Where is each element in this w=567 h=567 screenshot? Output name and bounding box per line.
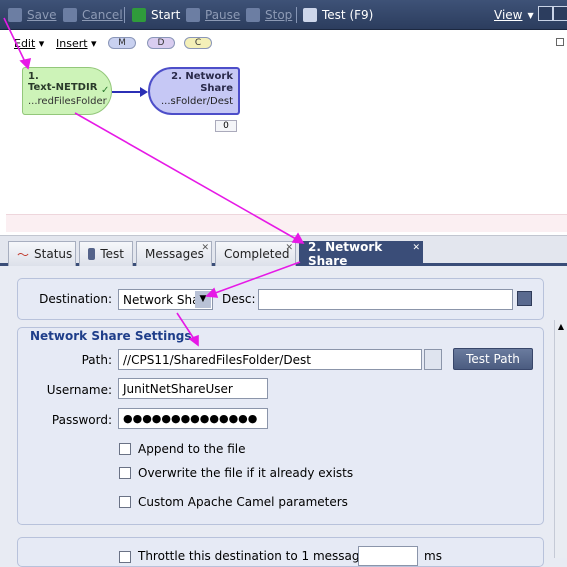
path-label: Path: bbox=[81, 353, 112, 367]
vertical-scrollbar[interactable]: ▲ bbox=[554, 320, 567, 558]
desc-field[interactable] bbox=[258, 289, 513, 310]
pause-button[interactable]: Pause bbox=[186, 7, 240, 23]
desc-label: Desc: bbox=[222, 292, 256, 306]
mode-c-button[interactable]: C bbox=[184, 37, 212, 49]
destination-select[interactable]: Network Share ▼ bbox=[118, 289, 213, 310]
edit-menu[interactable]: Edit ▾ bbox=[14, 37, 44, 50]
chevron-up-icon[interactable]: ▲ bbox=[556, 322, 566, 332]
camel-params-checkbox[interactable] bbox=[119, 496, 131, 508]
username-label: Username: bbox=[46, 383, 112, 397]
mode-d-button[interactable]: D bbox=[147, 37, 175, 49]
destination-node[interactable]: 2. Network Share ...sFolder/Dest bbox=[148, 67, 240, 115]
stop-button[interactable]: Stop bbox=[246, 7, 292, 23]
browse-search-icon[interactable] bbox=[424, 349, 442, 370]
cancel-button[interactable]: Cancel bbox=[63, 7, 123, 23]
arrow-right-icon bbox=[88, 248, 96, 260]
cancel-icon bbox=[63, 8, 77, 22]
arrow-head-icon bbox=[140, 87, 148, 97]
overwrite-label: Overwrite the file if it already exists bbox=[138, 466, 354, 480]
message-count-badge: 0 bbox=[215, 120, 237, 132]
save-icon bbox=[8, 8, 22, 22]
path-field[interactable]: //CPS11/SharedFilesFolder/Dest bbox=[118, 349, 422, 370]
tab-completed[interactable]: Completed ✕ bbox=[215, 241, 296, 266]
save-button[interactable]: Save bbox=[8, 7, 56, 23]
test-button[interactable]: Test (F9) bbox=[303, 7, 373, 23]
tab-test[interactable]: Test bbox=[79, 241, 133, 266]
throttle-checkbox[interactable] bbox=[119, 551, 131, 563]
toolbar-separator bbox=[124, 7, 125, 23]
test-path-button[interactable]: Test Path bbox=[453, 348, 533, 370]
restore-window-button[interactable] bbox=[538, 6, 553, 21]
throttle-ms-field[interactable] bbox=[358, 546, 418, 566]
chevron-down-icon[interactable]: ▼ bbox=[195, 291, 211, 308]
insert-menu[interactable]: Insert ▾ bbox=[56, 37, 97, 50]
main-toolbar: Save Cancel Start Pause Stop Test (F9) V… bbox=[0, 0, 567, 30]
camel-params-label: Custom Apache Camel parameters bbox=[138, 495, 348, 509]
close-tab-icon[interactable]: ✕ bbox=[201, 243, 209, 253]
close-tab-icon[interactable]: ✕ bbox=[412, 243, 420, 253]
settings-title: Network Share Settings bbox=[30, 329, 192, 343]
maximize-icon[interactable] bbox=[556, 38, 564, 46]
start-button[interactable]: Start bbox=[132, 7, 180, 23]
check-icon: ✓ bbox=[101, 85, 110, 96]
destination-label: Destination: bbox=[39, 292, 112, 306]
pause-icon bbox=[186, 8, 200, 22]
close-window-button[interactable] bbox=[553, 6, 567, 21]
flow-editor-canvas[interactable] bbox=[0, 30, 567, 236]
username-field[interactable]: JunitNetShareUser bbox=[118, 378, 268, 399]
tab-network-share[interactable]: 2. Network Share ✕ bbox=[299, 240, 423, 268]
password-field[interactable]: ●●●●●●●●●●●●●● bbox=[118, 408, 268, 429]
throttle-unit: ms bbox=[424, 549, 442, 563]
tab-status[interactable]: 〜 Status bbox=[8, 241, 76, 266]
search-icon[interactable] bbox=[517, 291, 532, 306]
overwrite-checkbox[interactable] bbox=[119, 467, 131, 479]
mode-m-button[interactable]: M bbox=[108, 37, 136, 49]
pulse-icon: 〜 bbox=[17, 247, 30, 262]
password-label: Password: bbox=[51, 413, 112, 427]
source-node[interactable]: 1. Text-NETDIR ...redFilesFolder ✓ bbox=[22, 67, 112, 115]
tab-messages[interactable]: Messages ✕ bbox=[136, 241, 212, 266]
append-checkbox[interactable] bbox=[119, 443, 131, 455]
view-menu[interactable]: View ▼ bbox=[494, 7, 534, 23]
stop-icon bbox=[246, 8, 260, 22]
append-label: Append to the file bbox=[138, 442, 246, 456]
arrow-right-icon bbox=[303, 8, 317, 22]
close-tab-icon[interactable]: ✕ bbox=[285, 243, 293, 253]
chevron-down-icon: ▼ bbox=[527, 10, 534, 20]
editor-menubar: Edit ▾ Insert ▾ bbox=[0, 33, 567, 51]
toolbar-separator bbox=[296, 7, 297, 23]
editor-footer-strip bbox=[6, 214, 567, 232]
play-icon bbox=[132, 8, 146, 22]
